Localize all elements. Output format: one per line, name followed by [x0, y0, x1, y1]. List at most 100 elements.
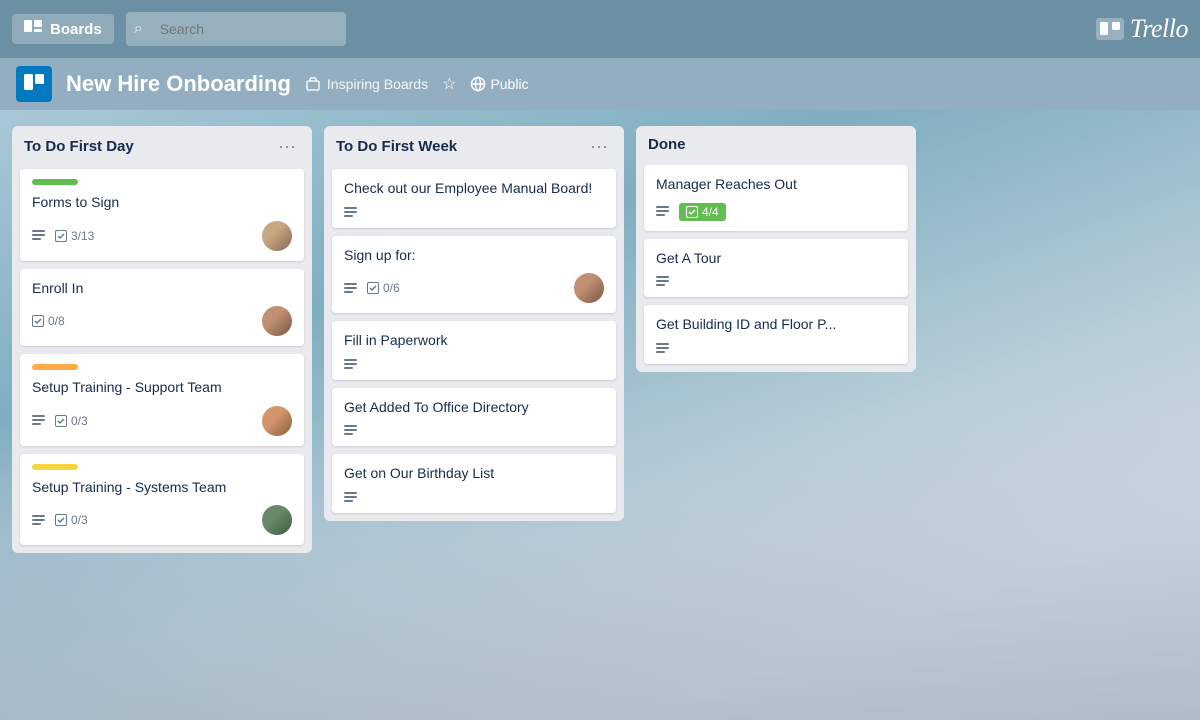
column-header-2: To Do First Week ···: [324, 126, 624, 165]
card-footer: 0/8: [32, 306, 292, 336]
checklist-count: 0/3: [71, 414, 88, 428]
card-footer: 0/3: [32, 505, 292, 535]
column-menu-button-2[interactable]: ···: [586, 136, 612, 157]
card-meta: 0/3: [32, 513, 88, 527]
desc-icon: [656, 276, 669, 287]
card-footer: [344, 207, 604, 218]
card-label-orange: [32, 364, 78, 370]
desc-icon: [344, 492, 357, 503]
card-footer: [344, 492, 604, 503]
board-visibility[interactable]: Public: [470, 76, 528, 92]
card-meta: 0/8: [32, 314, 65, 328]
checklist-icon: [55, 514, 67, 526]
desc-icon: [344, 283, 357, 294]
column-title-2: To Do First Week: [336, 138, 457, 155]
card-footer: 0/3: [32, 406, 292, 436]
trello-logo-text: Trello: [1130, 14, 1188, 44]
board-inspiring[interactable]: Inspiring Boards: [305, 76, 428, 92]
card-avatar: [262, 505, 292, 535]
trello-logo-icon: [1096, 18, 1124, 40]
app-header: Boards ⌕ Trello: [0, 0, 1200, 58]
card-title: Setup Training - Support Team: [32, 378, 292, 398]
card-title: Fill in Paperwork: [344, 331, 604, 351]
card-fill-paperwork[interactable]: Fill in Paperwork: [332, 321, 616, 380]
card-meta: 3/13: [32, 229, 94, 243]
card-setup-training-systems[interactable]: Setup Training - Systems Team 0/3: [20, 454, 304, 546]
checklist-count: 0/6: [383, 281, 400, 295]
boards-button[interactable]: Boards: [12, 14, 114, 44]
card-forms-to-sign[interactable]: Forms to Sign 3/13: [20, 169, 304, 261]
checklist-icon: [55, 230, 67, 242]
board-background: To Do First Day ··· Forms to Sign 3/13: [0, 110, 1200, 720]
trello-logo: Trello: [1096, 14, 1188, 44]
card-title: Check out our Employee Manual Board!: [344, 179, 604, 199]
card-footer: [656, 276, 896, 287]
card-desc-icon: [344, 283, 357, 294]
card-employee-manual[interactable]: Check out our Employee Manual Board!: [332, 169, 616, 228]
card-label-green: [32, 179, 78, 185]
card-desc-icon: [32, 230, 45, 241]
desc-icon: [656, 206, 669, 217]
card-title: Forms to Sign: [32, 193, 292, 213]
boards-label: Boards: [50, 21, 102, 38]
card-building-id[interactable]: Get Building ID and Floor P...: [644, 305, 908, 364]
card-avatar: [262, 306, 292, 336]
globe-icon: [470, 76, 486, 92]
checklist-count: 0/3: [71, 513, 88, 527]
card-footer: [344, 359, 604, 370]
card-meta: 0/6: [344, 281, 400, 295]
card-title: Manager Reaches Out: [656, 175, 896, 195]
card-setup-training-support[interactable]: Setup Training - Support Team 0/3: [20, 354, 304, 446]
desc-icon: [32, 230, 45, 241]
column-todo-first-week: To Do First Week ··· Check out our Emplo…: [324, 126, 624, 521]
card-desc-icon: [344, 207, 357, 218]
column-menu-button-1[interactable]: ···: [274, 136, 300, 157]
card-checklist: 0/6: [367, 281, 400, 295]
card-birthday-list[interactable]: Get on Our Birthday List: [332, 454, 616, 513]
card-title: Get Building ID and Floor P...: [656, 315, 896, 335]
desc-icon: [344, 359, 357, 370]
card-checklist: 0/3: [55, 414, 88, 428]
card-meta: 4/4: [656, 203, 726, 221]
checklist-complete-icon: [686, 206, 698, 218]
card-get-a-tour[interactable]: Get A Tour: [644, 239, 908, 298]
board-logo: [16, 66, 52, 102]
desc-icon: [32, 515, 45, 526]
desc-icon: [344, 425, 357, 436]
card-enroll-in[interactable]: Enroll In 0/8: [20, 269, 304, 347]
card-avatar: [262, 221, 292, 251]
column-header-3: Done: [636, 126, 916, 161]
search-wrapper: ⌕: [126, 12, 346, 46]
cards-container-1: Forms to Sign 3/13 Enro: [12, 165, 312, 553]
card-title: Setup Training - Systems Team: [32, 478, 292, 498]
card-title: Get Added To Office Directory: [344, 398, 604, 418]
card-sign-up[interactable]: Sign up for: 0/6: [332, 236, 616, 314]
boards-icon: [24, 20, 42, 38]
card-title: Get A Tour: [656, 249, 896, 269]
card-desc-icon: [344, 359, 357, 370]
card-desc-icon: [32, 415, 45, 426]
column-header-1: To Do First Day ···: [12, 126, 312, 165]
star-icon[interactable]: ☆: [442, 74, 456, 94]
card-footer: 0/6: [344, 273, 604, 303]
board-title: New Hire Onboarding: [66, 71, 291, 97]
card-office-directory[interactable]: Get Added To Office Directory: [332, 388, 616, 447]
desc-icon: [32, 415, 45, 426]
checklist-icon: [55, 415, 67, 427]
card-checklist-complete: 4/4: [679, 203, 726, 221]
column-done: Done Manager Reaches Out 4/4: [636, 126, 916, 372]
card-footer: 3/13: [32, 221, 292, 251]
card-footer: [656, 343, 896, 354]
card-title: Sign up for:: [344, 246, 604, 266]
checklist-icon: [32, 315, 44, 327]
card-meta: 0/3: [32, 414, 88, 428]
card-manager-reaches-out[interactable]: Manager Reaches Out 4/4: [644, 165, 908, 231]
board-header: New Hire Onboarding Inspiring Boards ☆ P…: [0, 58, 1200, 110]
card-desc-icon: [344, 425, 357, 436]
checklist-count: 0/8: [48, 314, 65, 328]
card-checklist: 0/8: [32, 314, 65, 328]
checklist-icon: [367, 282, 379, 294]
search-input[interactable]: [126, 12, 346, 46]
card-checklist: 0/3: [55, 513, 88, 527]
card-desc-icon: [344, 492, 357, 503]
